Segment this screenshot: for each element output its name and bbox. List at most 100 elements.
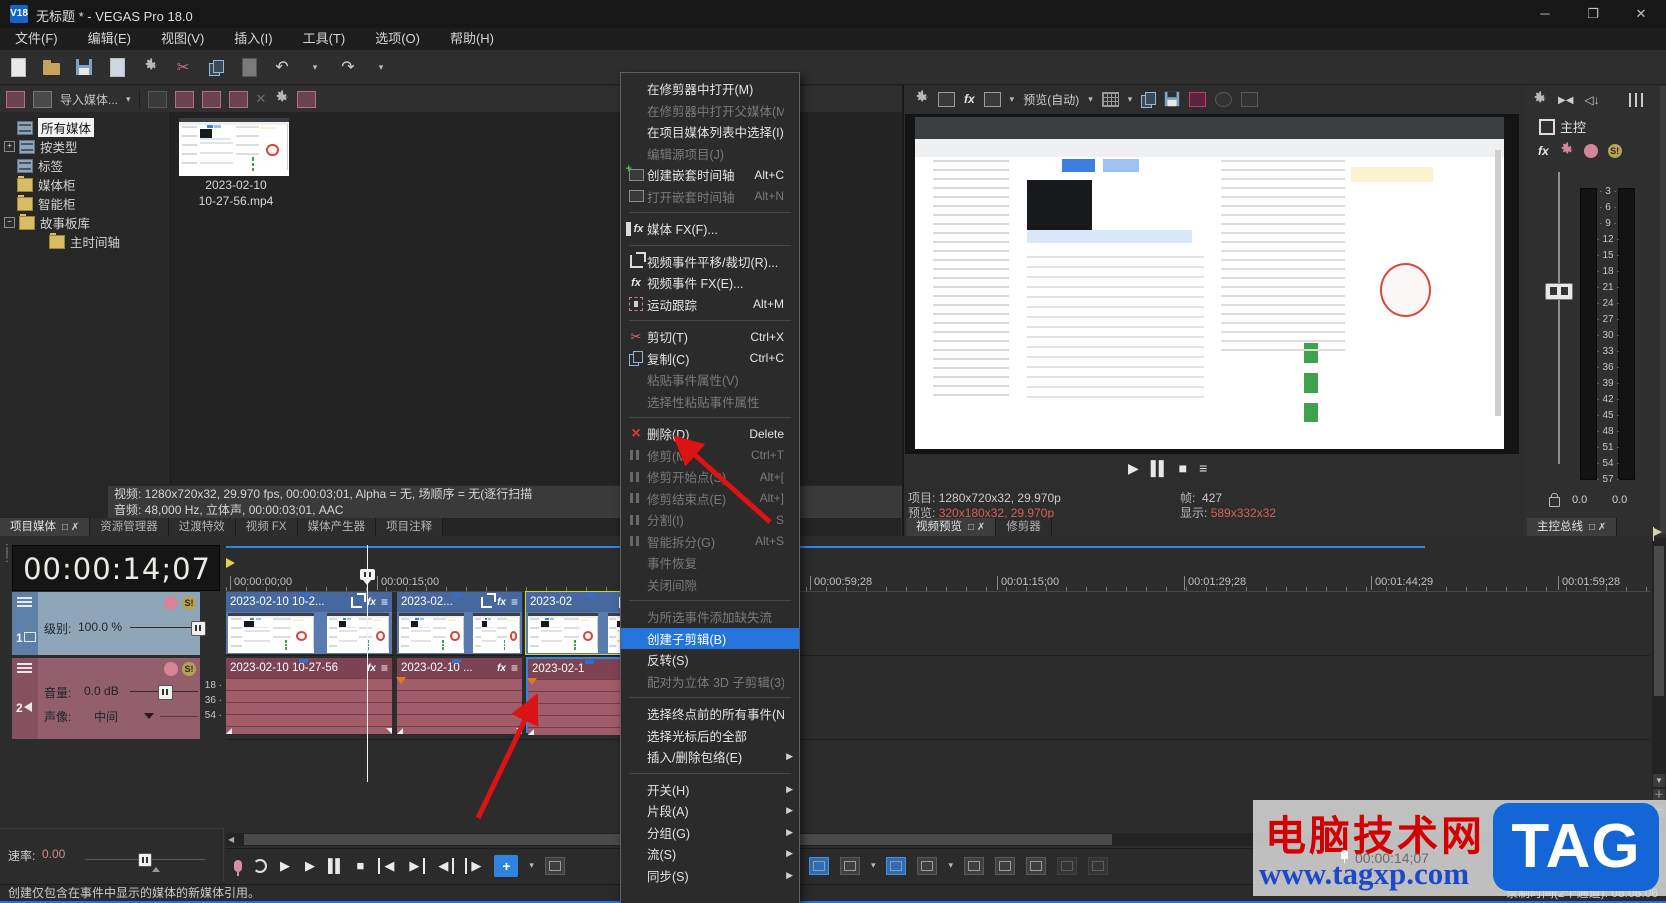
- ignore-event-grouping-icon[interactable]: [995, 856, 1016, 875]
- pan-crop-icon[interactable]: [481, 592, 497, 608]
- media-tab-5[interactable]: 项目注释: [376, 518, 444, 536]
- menubar-item-3[interactable]: 插入(I): [219, 28, 287, 50]
- track-menu-icon[interactable]: [17, 663, 32, 674]
- sidebar-item-0[interactable]: 所有媒体: [4, 118, 95, 137]
- minimize-button[interactable]: ─: [1522, 0, 1568, 28]
- menu-item-18[interactable]: × 删除(D) Delete: [621, 423, 799, 445]
- track-header-video[interactable]: 1 S! 级别: 100.0 %: [12, 592, 206, 655]
- playhead-marker[interactable]: [360, 569, 375, 580]
- media-properties-icon[interactable]: [147, 90, 167, 108]
- import-dropdown-icon[interactable]: ▾: [126, 94, 131, 105]
- rate-handle[interactable]: [138, 853, 152, 867]
- master-fx-icon[interactable]: fx: [1538, 144, 1549, 158]
- render-as-icon[interactable]: [105, 55, 129, 79]
- gear-icon[interactable]: [274, 89, 289, 109]
- normal-edit-tool-icon[interactable]: +: [494, 854, 519, 877]
- mixer-layout-icon[interactable]: [1628, 93, 1643, 107]
- auto-ripple-icon[interactable]: [808, 856, 829, 875]
- vscroll-down-icon[interactable]: ▼: [1653, 774, 1665, 787]
- preview-quality-label[interactable]: 预览(自动): [1023, 91, 1079, 108]
- maximize-button[interactable]: ❐: [1570, 0, 1616, 28]
- media-tab-0[interactable]: 项目媒体 □ ✗: [0, 518, 91, 536]
- split-dropdown-icon[interactable]: ▾: [1010, 94, 1015, 105]
- event-fx-icon[interactable]: fx: [497, 663, 506, 674]
- track1-solo-icon[interactable]: S!: [182, 596, 196, 610]
- track2-mute-icon[interactable]: [164, 662, 178, 676]
- media-clip-thumbnail[interactable]: [179, 118, 289, 176]
- menu-item-29[interactable]: 反转(S): [621, 649, 799, 671]
- audio-event-1[interactable]: 2023-02-10 ... fx ≡: [396, 658, 522, 734]
- menu-item-32[interactable]: 选择终点前的所有事件(N): [621, 703, 799, 725]
- sidebar-item-4[interactable]: 智能柜: [4, 194, 76, 213]
- go-to-end-icon[interactable]: ▶: [407, 857, 426, 874]
- menu-item-33[interactable]: 选择光标后的全部: [621, 725, 799, 747]
- grid-overlay-icon[interactable]: [1101, 91, 1119, 107]
- fade-handle-icon[interactable]: [396, 677, 406, 684]
- menu-item-7[interactable]: fx 媒体 FX(F)...: [621, 218, 799, 240]
- get-media-from-web-icon[interactable]: [228, 90, 248, 108]
- menu-item-13[interactable]: ✂ 剪切(T) Ctrl+X: [621, 326, 799, 348]
- copy-icon[interactable]: [204, 55, 228, 79]
- solo-icon[interactable]: S!: [1607, 144, 1622, 158]
- loop-playback-icon[interactable]: [253, 858, 267, 873]
- media-tab-1[interactable]: 资源管理器: [90, 518, 169, 536]
- menu-item-11[interactable]: 运动跟踪 Alt+M: [621, 294, 799, 316]
- menu-item-40[interactable]: 同步(S) ▶: [621, 865, 799, 887]
- envelope-edit-tool-icon[interactable]: [544, 856, 565, 875]
- track2-pan-slider[interactable]: [160, 716, 198, 717]
- fade-corner[interactable]: [226, 728, 232, 734]
- menu-item-14[interactable]: 复制(C) Ctrl+C: [621, 348, 799, 370]
- tree-expander-icon[interactable]: −: [4, 217, 15, 228]
- event-menu-icon[interactable]: ≡: [381, 661, 388, 675]
- tree-expander-icon[interactable]: +: [4, 141, 15, 152]
- master-scrollbar[interactable]: [1660, 86, 1666, 534]
- preview-tab-1[interactable]: 修剪器: [996, 518, 1052, 536]
- vscroll-thumb[interactable]: [1654, 546, 1664, 696]
- menu-item-10[interactable]: fx 视频事件 FX(E)...: [621, 272, 799, 294]
- undo-icon[interactable]: ↶: [270, 55, 294, 79]
- media-tab-4[interactable]: 媒体产生器: [297, 518, 377, 536]
- menu-item-39[interactable]: 流(S) ▶: [621, 843, 799, 865]
- cut-icon[interactable]: ✂: [171, 55, 195, 79]
- save-project-icon[interactable]: [72, 55, 96, 79]
- hscroll-left-icon[interactable]: ◀: [228, 835, 234, 844]
- split-screen-icon[interactable]: [983, 91, 1001, 107]
- fade-corner[interactable]: [386, 728, 392, 734]
- menu-item-38[interactable]: 分组(G) ▶: [621, 822, 799, 844]
- pause-icon[interactable]: ▌▌: [328, 858, 344, 874]
- project-properties-icon[interactable]: [138, 55, 162, 79]
- timeline-marker-flag-icon[interactable]: [1652, 527, 1664, 541]
- menubar-item-6[interactable]: 帮助(H): [435, 28, 509, 50]
- master-tab-0[interactable]: 主控总线 □ ✗: [1527, 518, 1618, 536]
- dim-output-icon[interactable]: ◁↓: [1584, 93, 1599, 107]
- event-menu-icon[interactable]: ≡: [511, 595, 518, 609]
- play-from-start-icon[interactable]: ▶: [278, 858, 292, 874]
- import-media-label[interactable]: 导入媒体...: [60, 91, 118, 108]
- close-button[interactable]: ✕: [1618, 0, 1664, 28]
- play-icon[interactable]: ▶: [1128, 460, 1139, 477]
- lock-faders-icon[interactable]: [1549, 493, 1560, 507]
- redo-dropdown-icon[interactable]: ▾: [369, 55, 393, 79]
- menu-item-28[interactable]: 创建子剪辑(B): [621, 627, 799, 649]
- pan-dropdown-icon[interactable]: [144, 713, 154, 719]
- sidebar-item-6[interactable]: 主时间轴: [36, 232, 120, 251]
- track-tool-icon[interactable]: [1026, 856, 1047, 875]
- rate-reset-icon[interactable]: [152, 867, 160, 872]
- undo-dropdown-icon[interactable]: ▾: [303, 55, 327, 79]
- media-tab-2[interactable]: 过渡特效: [168, 518, 236, 536]
- preview-menu-icon[interactable]: ≡: [1199, 460, 1207, 476]
- menubar-item-4[interactable]: 工具(T): [288, 28, 361, 50]
- sidebar-item-2[interactable]: 标签: [4, 156, 63, 175]
- quantize-to-frames-icon[interactable]: [917, 856, 938, 875]
- track1-level-handle[interactable]: [191, 621, 206, 636]
- ripple-dropdown-icon[interactable]: ▾: [871, 860, 876, 871]
- video-output-fx-icon[interactable]: fx: [964, 92, 975, 106]
- menu-item-4[interactable]: 创建嵌套时间轴 Alt+C: [621, 164, 799, 186]
- menu-item-41[interactable]: [621, 886, 799, 903]
- track-menu-icon[interactable]: [17, 597, 32, 608]
- timeline-timecode-display[interactable]: 00:00:14;07: [12, 545, 220, 591]
- menu-item-34[interactable]: 插入/删除包络(E) ▶: [621, 746, 799, 768]
- next-frame-icon[interactable]: ▶: [465, 857, 483, 874]
- open-project-icon[interactable]: [39, 55, 63, 79]
- play-icon[interactable]: ▶: [303, 858, 317, 874]
